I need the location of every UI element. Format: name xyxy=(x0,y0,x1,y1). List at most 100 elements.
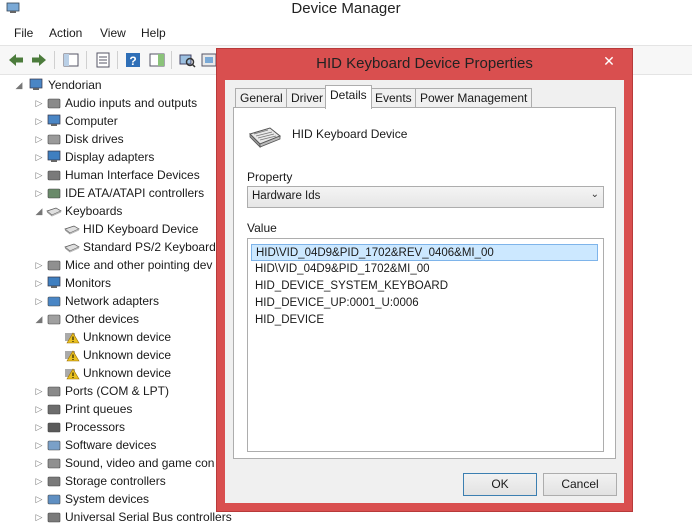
property-label: Property xyxy=(247,170,293,184)
tree-item-label: Unknown device xyxy=(83,330,172,344)
value-listbox[interactable]: HID\VID_04D9&PID_1702&REV_0406&MI_00 HID… xyxy=(247,238,604,452)
tree-item-label: Software devices xyxy=(65,438,157,452)
collapsed-arrow-icon[interactable]: ▷ xyxy=(34,292,44,310)
menu-view[interactable]: View xyxy=(100,26,126,40)
keyboard-icon xyxy=(46,207,62,217)
processor-icon xyxy=(47,422,61,433)
details-panel: HID Keyboard Device Property Hardware Id… xyxy=(233,107,616,459)
monitor-icon xyxy=(47,276,61,288)
keyboard-icon xyxy=(249,127,281,148)
expanded-arrow-icon[interactable]: ◢ xyxy=(34,202,44,220)
tree-item-label: Audio inputs and outputs xyxy=(65,96,198,110)
expanded-arrow-icon[interactable]: ◢ xyxy=(34,310,44,328)
tree-item-label: Monitors xyxy=(65,276,112,290)
usb-icon xyxy=(47,512,61,523)
property-select-value: Hardware Ids xyxy=(252,190,321,202)
collapsed-arrow-icon[interactable]: ▷ xyxy=(34,184,44,202)
tree-item-label: IDE ATA/ATAPI controllers xyxy=(65,186,205,200)
disk-drive-icon xyxy=(47,134,61,145)
collapsed-arrow-icon[interactable]: ▷ xyxy=(34,454,44,472)
chevron-down-icon: ⌄ xyxy=(590,189,599,200)
menu-action[interactable]: Action xyxy=(49,26,82,40)
collapsed-arrow-icon[interactable]: ▷ xyxy=(34,274,44,292)
tab-general[interactable]: General xyxy=(235,88,288,108)
dialog-title: HID Keyboard Device Properties xyxy=(316,55,533,72)
dialog-body: General Driver Details Events Power Mana… xyxy=(225,80,624,503)
collapsed-arrow-icon[interactable]: ▷ xyxy=(34,166,44,184)
ok-button[interactable]: OK xyxy=(463,473,537,496)
tree-item-label: Unknown device xyxy=(83,348,172,362)
collapsed-arrow-icon[interactable]: ▷ xyxy=(34,436,44,454)
action-pane-icon[interactable] xyxy=(148,51,166,69)
other-devices-icon xyxy=(47,314,61,325)
sound-icon xyxy=(47,458,61,469)
warning-icon xyxy=(65,350,80,362)
menu-file[interactable]: File xyxy=(14,26,33,40)
tree-item-label: Storage controllers xyxy=(65,474,166,488)
close-button[interactable]: ✕ xyxy=(592,51,626,71)
tree-item-label: Keyboards xyxy=(65,204,123,218)
tree-item-label: System devices xyxy=(65,492,150,506)
forward-arrow-icon[interactable] xyxy=(30,51,48,69)
toolbar-separator xyxy=(117,51,118,69)
close-icon: ✕ xyxy=(603,53,615,69)
collapsed-arrow-icon[interactable]: ▷ xyxy=(34,130,44,148)
tree-item-label: Display adapters xyxy=(65,150,155,164)
speaker-icon xyxy=(47,98,61,109)
cancel-button[interactable]: Cancel xyxy=(543,473,617,496)
collapsed-arrow-icon[interactable]: ▷ xyxy=(34,382,44,400)
collapsed-arrow-icon[interactable]: ▷ xyxy=(34,256,44,274)
device-name: HID Keyboard Device xyxy=(292,127,408,141)
list-item[interactable]: HID_DEVICE xyxy=(251,312,598,329)
collapsed-arrow-icon[interactable]: ▷ xyxy=(34,508,44,526)
collapsed-arrow-icon[interactable]: ▷ xyxy=(34,94,44,112)
tree-item-label: HID Keyboard Device xyxy=(83,222,199,236)
collapsed-arrow-icon[interactable]: ▷ xyxy=(34,148,44,166)
collapsed-arrow-icon[interactable]: ▷ xyxy=(34,112,44,130)
hid-icon xyxy=(47,170,61,181)
menu-help[interactable]: Help xyxy=(141,26,166,40)
list-item[interactable]: HID\VID_04D9&PID_1702&MI_00 xyxy=(251,261,598,278)
network-adapter-icon xyxy=(47,296,61,307)
ide-controller-icon xyxy=(47,188,61,199)
scan-hardware-icon[interactable] xyxy=(178,51,196,69)
help-icon[interactable]: ? xyxy=(124,51,142,69)
tree-item-label: Human Interface Devices xyxy=(65,168,200,182)
expanded-arrow-icon[interactable]: ◢ xyxy=(14,76,24,94)
list-item[interactable]: HID\VID_04D9&PID_1702&REV_0406&MI_00 xyxy=(251,244,598,261)
properties-icon[interactable] xyxy=(94,51,112,69)
collapsed-arrow-icon[interactable]: ▷ xyxy=(34,490,44,508)
tab-power-management[interactable]: Power Management xyxy=(415,88,533,108)
property-select[interactable]: Hardware Ids ⌄ xyxy=(247,186,604,208)
tree-item-label: Unknown device xyxy=(83,366,172,380)
tab-events[interactable]: Events xyxy=(370,88,417,108)
software-device-icon xyxy=(47,440,61,451)
collapsed-arrow-icon[interactable]: ▷ xyxy=(34,472,44,490)
list-item[interactable]: HID_DEVICE_UP:0001_U:0006 xyxy=(251,295,598,312)
tree-item-label: Standard PS/2 Keyboard xyxy=(83,240,216,254)
back-arrow-icon[interactable] xyxy=(7,51,25,69)
list-item[interactable]: HID_DEVICE_SYSTEM_KEYBOARD xyxy=(251,278,598,295)
properties-dialog: HID Keyboard Device Properties ✕ General… xyxy=(216,48,633,512)
printer-icon xyxy=(47,404,61,415)
tree-item-label: Network adapters xyxy=(65,294,160,308)
show-hide-tree-icon[interactable] xyxy=(62,51,80,69)
menu-bar: File Action View Help xyxy=(0,22,692,44)
warning-icon xyxy=(65,368,80,380)
tree-item-label: Sound, video and game con xyxy=(65,456,215,470)
mouse-icon xyxy=(47,260,61,271)
toolbar-separator xyxy=(171,51,172,69)
toolbar-separator xyxy=(86,51,87,69)
tree-item-label: Disk drives xyxy=(65,132,124,146)
tab-driver[interactable]: Driver xyxy=(286,88,328,108)
tab-details[interactable]: Details xyxy=(325,85,372,109)
tree-root-label: Yendorian xyxy=(48,78,102,92)
device-manager-titlebar: Device Manager xyxy=(0,0,692,22)
keyboard-icon xyxy=(64,243,80,253)
tree-item-label: Print queues xyxy=(65,402,133,416)
toolbar-separator xyxy=(54,51,55,69)
collapsed-arrow-icon[interactable]: ▷ xyxy=(34,400,44,418)
tree-item-label: Universal Serial Bus controllers xyxy=(65,510,232,524)
collapsed-arrow-icon[interactable]: ▷ xyxy=(34,418,44,436)
system-device-icon xyxy=(47,494,61,505)
